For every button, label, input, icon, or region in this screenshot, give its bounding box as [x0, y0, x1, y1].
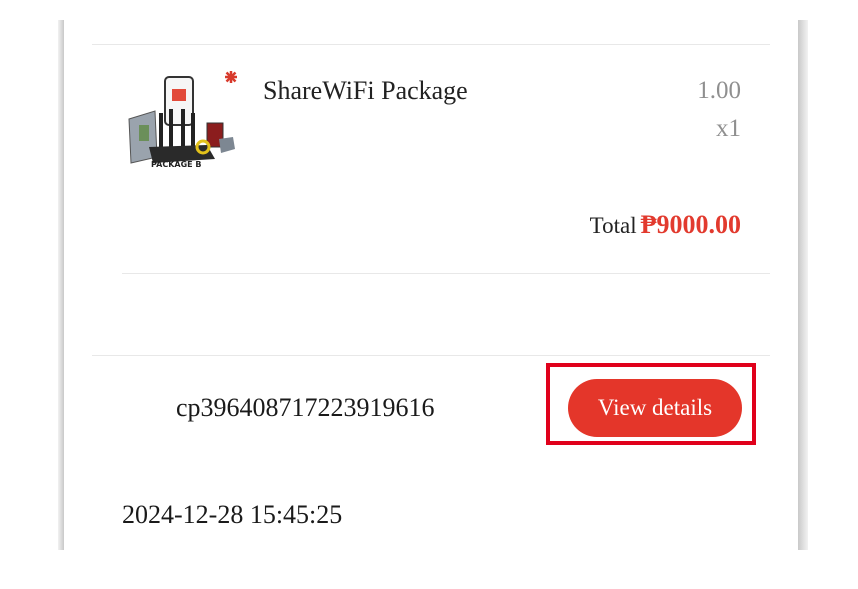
- package-b-image-icon: PACKAGE B: [123, 67, 243, 183]
- product-name[interactable]: ShareWiFi Package: [263, 76, 468, 106]
- order-date: 2024-12-28 15:45:25: [122, 500, 343, 529]
- total-label: Total: [589, 213, 637, 238]
- order-total: Total ₱9000.00: [590, 210, 741, 240]
- footer-divider: [92, 355, 770, 356]
- top-divider: [92, 44, 770, 45]
- product-quantity: x1: [716, 115, 741, 142]
- product-price: 1.00: [697, 77, 741, 104]
- total-divider: [122, 273, 770, 274]
- product-thumbnail[interactable]: PACKAGE B: [123, 67, 243, 183]
- package-caption: PACKAGE B: [151, 160, 202, 169]
- total-amount: ₱9000.00: [640, 210, 741, 239]
- view-details-button[interactable]: View details: [568, 379, 742, 437]
- order-id: cp396408717223919616: [176, 393, 435, 422]
- card-shadow-right: [798, 20, 808, 550]
